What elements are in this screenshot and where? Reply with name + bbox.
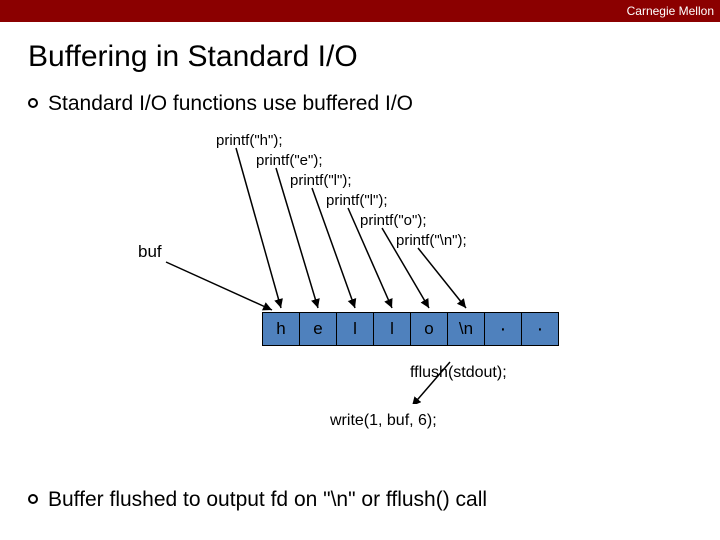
bullet-icon — [28, 98, 38, 108]
brand-text: Carnegie Mellon — [627, 4, 714, 18]
cell-7: · — [521, 312, 559, 346]
diagram: buf printf("h"); printf("e"); printf("l"… — [0, 124, 720, 404]
buffer-cells: h e l l o \n · · — [262, 312, 559, 346]
printf-h: printf("h"); — [216, 132, 283, 149]
cell-6: · — [484, 312, 522, 346]
brand-bar: Carnegie Mellon — [0, 0, 720, 22]
slide-title: Buffering in Standard I/O — [28, 40, 720, 74]
bullet-top-text: Standard I/O functions use buffered I/O — [48, 92, 413, 116]
write-label: write(1, buf, 6); — [330, 412, 437, 430]
bullet-bottom-text: Buffer flushed to output fd on "\n" or f… — [48, 488, 487, 512]
printf-o: printf("o"); — [360, 212, 427, 229]
cell-0: h — [262, 312, 300, 346]
printf-l2: printf("l"); — [326, 192, 388, 209]
printf-n: printf("\n"); — [396, 232, 467, 249]
cell-4: o — [410, 312, 448, 346]
fflush-label: fflush(stdout); — [410, 364, 507, 382]
printf-e: printf("e"); — [256, 152, 323, 169]
cell-1: e — [299, 312, 337, 346]
bullet-top: Standard I/O functions use buffered I/O — [28, 92, 720, 116]
printf-l1: printf("l"); — [290, 172, 352, 189]
bullet-bottom: Buffer flushed to output fd on "\n" or f… — [28, 488, 487, 512]
cell-5: \n — [447, 312, 485, 346]
cell-3: l — [373, 312, 411, 346]
cell-2: l — [336, 312, 374, 346]
arrows-svg — [0, 124, 720, 404]
bullet-icon — [28, 494, 38, 504]
buf-label: buf — [138, 242, 162, 262]
